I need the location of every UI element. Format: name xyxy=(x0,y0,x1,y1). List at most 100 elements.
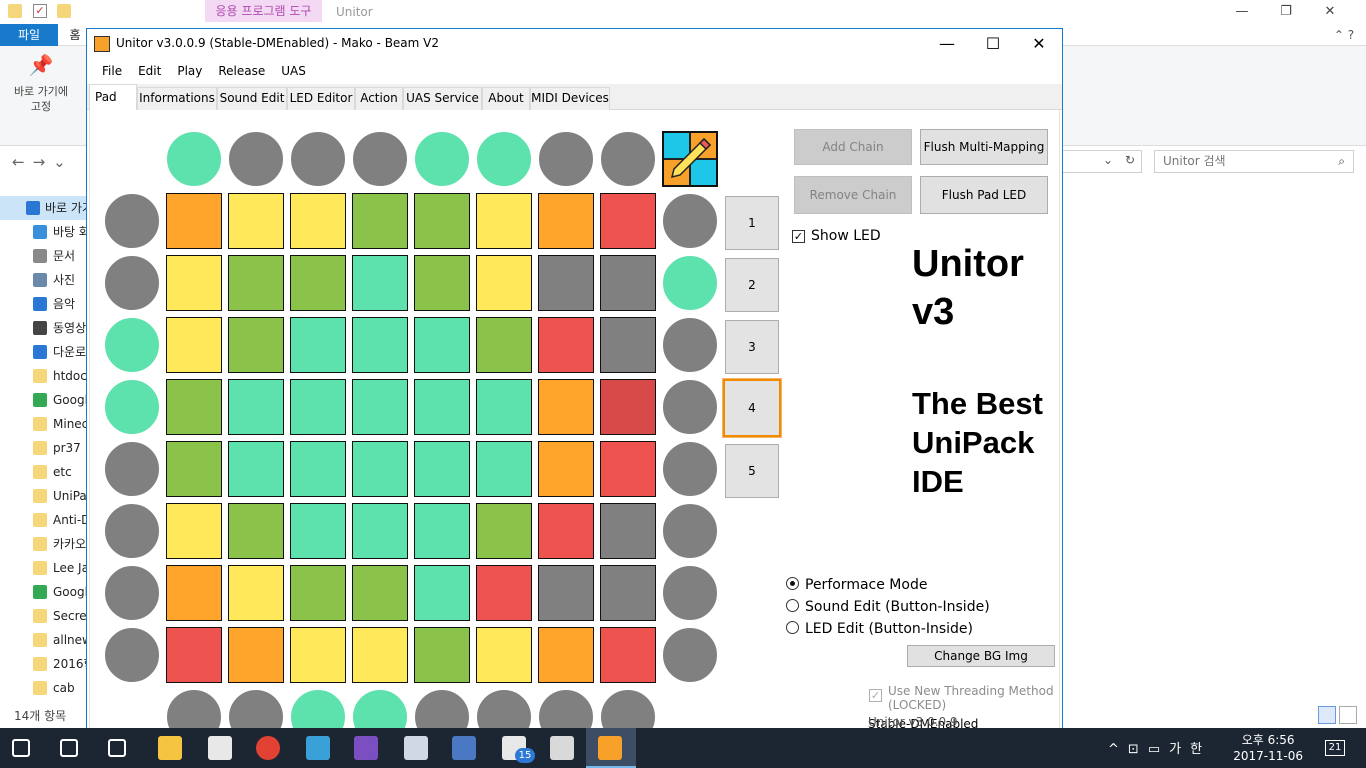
chain-button[interactable]: 1 xyxy=(725,196,779,250)
left-function-button[interactable] xyxy=(104,503,160,559)
task-view-icon[interactable] xyxy=(108,739,126,757)
clock[interactable]: 오후 6:56 2017-11-06 xyxy=(1233,732,1303,764)
left-function-button[interactable] xyxy=(104,317,160,373)
search-icon[interactable] xyxy=(60,739,78,757)
pad-button[interactable] xyxy=(414,627,470,683)
search-input[interactable]: Unitor 검색 ⌕ xyxy=(1154,150,1354,173)
pad-button[interactable] xyxy=(600,193,656,249)
pad-button[interactable] xyxy=(166,441,222,497)
tree-item[interactable]: Lee Ja xyxy=(0,556,86,580)
pad-button[interactable] xyxy=(290,503,346,559)
tree-item[interactable]: 다운로드 xyxy=(0,340,86,364)
pad-button[interactable] xyxy=(414,193,470,249)
tree-item[interactable]: etc xyxy=(0,460,86,484)
tab-led-editor[interactable]: LED Editor xyxy=(287,87,355,110)
menu-uas[interactable]: UAS xyxy=(273,58,314,84)
bottom-function-button[interactable] xyxy=(538,689,594,729)
radio-icon[interactable] xyxy=(786,576,799,590)
checkbox-checked-icon[interactable]: ✓ xyxy=(792,229,805,243)
language-indicator[interactable]: 가 xyxy=(1169,742,1190,757)
chevron-up-icon[interactable]: ^ xyxy=(1108,742,1128,757)
pad-button[interactable] xyxy=(352,379,408,435)
tree-item[interactable]: allnew xyxy=(0,628,86,652)
tree-item[interactable]: 바로 가기 xyxy=(0,196,86,220)
top-function-button[interactable] xyxy=(414,131,470,187)
pad-button[interactable] xyxy=(538,503,594,559)
pad-button[interactable] xyxy=(228,255,284,311)
pad-button[interactable] xyxy=(166,379,222,435)
network-tray-icon[interactable]: ⊡ xyxy=(1128,742,1148,757)
right-function-button[interactable] xyxy=(662,317,718,373)
pad-button[interactable] xyxy=(538,255,594,311)
properties-icon[interactable]: ✓ xyxy=(33,4,47,18)
pad-button[interactable] xyxy=(476,379,532,435)
threading-checkbox[interactable]: ✓ Use New Threading Method (LOCKED) xyxy=(869,684,1059,712)
bottom-function-button[interactable] xyxy=(166,689,222,729)
pad-button[interactable] xyxy=(538,565,594,621)
pad-button[interactable] xyxy=(414,379,470,435)
checkbox-disabled-icon[interactable]: ✓ xyxy=(869,689,882,702)
pad-button[interactable] xyxy=(600,441,656,497)
bottom-function-button[interactable] xyxy=(414,689,470,729)
top-function-button[interactable] xyxy=(228,131,284,187)
monitor-icon[interactable] xyxy=(404,736,428,760)
show-led-checkbox[interactable]: ✓ Show LED xyxy=(792,228,881,244)
ime-indicator[interactable]: 한 xyxy=(1190,742,1211,757)
minimize-icon[interactable]: — xyxy=(1220,0,1264,24)
add-chain-button[interactable]: Add Chain xyxy=(794,129,912,165)
pad-button[interactable] xyxy=(290,565,346,621)
app-icon[interactable] xyxy=(306,736,330,760)
pad-button[interactable] xyxy=(414,565,470,621)
menu-release[interactable]: Release xyxy=(210,58,273,84)
pad-button[interactable] xyxy=(476,441,532,497)
tree-item[interactable]: 카카오 xyxy=(0,532,86,556)
tree-item[interactable]: Google xyxy=(0,388,86,412)
pad-button[interactable] xyxy=(414,317,470,373)
refresh-icon[interactable]: ↻ xyxy=(1125,153,1135,167)
address-bar[interactable]: ⌄ ↻ xyxy=(1062,150,1142,173)
pad-button[interactable] xyxy=(166,503,222,559)
restore-icon[interactable]: ❐ xyxy=(1264,0,1308,24)
pad-button[interactable] xyxy=(352,255,408,311)
tree-item[interactable]: 바탕 화면 xyxy=(0,220,86,244)
tab-sound-edit[interactable]: Sound Edit xyxy=(217,87,287,110)
pad-button[interactable] xyxy=(228,565,284,621)
pad-button[interactable] xyxy=(538,193,594,249)
right-function-button[interactable] xyxy=(662,193,718,249)
system-tray[interactable]: ^⊡▭가한 xyxy=(1108,738,1211,757)
start-icon[interactable] xyxy=(12,739,30,757)
pad-button[interactable] xyxy=(600,255,656,311)
tree-item[interactable]: pr37 xyxy=(0,436,86,460)
tab-pad[interactable]: Pad xyxy=(89,84,137,111)
pad-button[interactable] xyxy=(414,441,470,497)
battery-icon[interactable]: ▭ xyxy=(1148,742,1169,757)
pad-button[interactable] xyxy=(228,441,284,497)
pad-button[interactable] xyxy=(290,193,346,249)
left-function-button[interactable] xyxy=(104,255,160,311)
bottom-function-button[interactable] xyxy=(476,689,532,729)
chain-button[interactable]: 2 xyxy=(725,258,779,312)
left-function-button[interactable] xyxy=(104,379,160,435)
pad-button[interactable] xyxy=(538,441,594,497)
pad-button[interactable] xyxy=(290,627,346,683)
top-function-button[interactable] xyxy=(538,131,594,187)
pad-button[interactable] xyxy=(166,193,222,249)
menu-edit[interactable]: Edit xyxy=(130,58,169,84)
pad-button[interactable] xyxy=(352,317,408,373)
view-toggles[interactable] xyxy=(1318,706,1362,726)
change-bg-button[interactable]: Change BG Img xyxy=(907,645,1055,667)
pad-button[interactable] xyxy=(166,627,222,683)
title-bar[interactable]: Unitor v3.0.0.9 (Stable-DMEnabled) - Mak… xyxy=(87,29,1062,58)
tree-item[interactable]: 문서 xyxy=(0,244,86,268)
left-function-button[interactable] xyxy=(104,193,160,249)
pad-button[interactable] xyxy=(600,503,656,559)
left-function-button[interactable] xyxy=(104,627,160,683)
right-function-button[interactable] xyxy=(662,503,718,559)
network-icon[interactable] xyxy=(452,736,476,760)
right-function-button[interactable] xyxy=(662,565,718,621)
tree-item[interactable]: 2016학 xyxy=(0,652,86,676)
pad-button[interactable] xyxy=(414,255,470,311)
pad-button[interactable] xyxy=(476,317,532,373)
help-icon[interactable]: ⌃ ? xyxy=(1322,24,1366,46)
tab-action[interactable]: Action xyxy=(355,87,403,110)
